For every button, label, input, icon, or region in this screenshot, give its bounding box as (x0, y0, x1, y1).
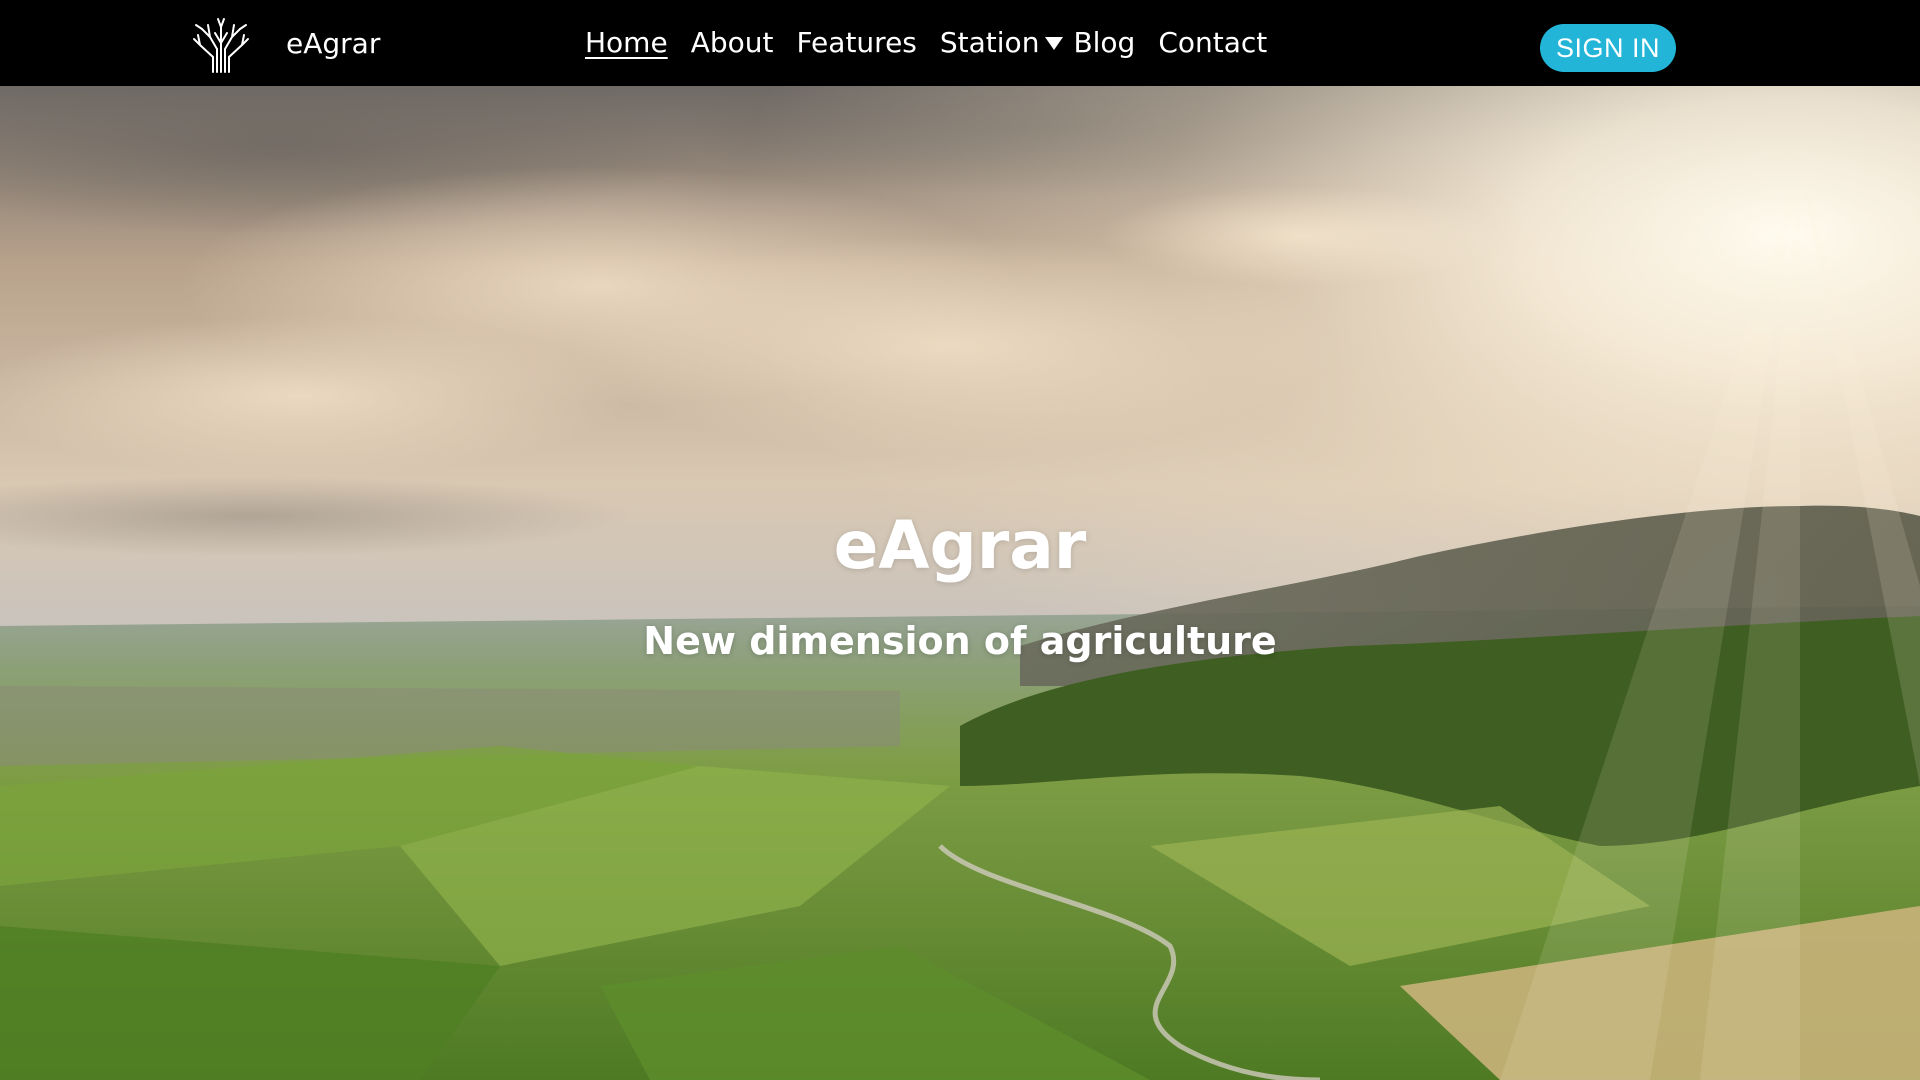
hero-subtitle: New dimension of agriculture (643, 619, 1277, 663)
nav-station-label: Station (939, 26, 1040, 59)
nav-station-dropdown[interactable]: Station (940, 23, 1064, 63)
nav-about[interactable]: About (691, 23, 774, 63)
nav-contact[interactable]: Contact (1158, 23, 1267, 63)
hero-section: eAgrar New dimension of agriculture (0, 86, 1920, 1080)
hero-title: eAgrar (833, 507, 1087, 584)
nav-features[interactable]: Features (796, 23, 916, 63)
tree-logo-icon (193, 18, 249, 73)
caret-down-icon (1045, 36, 1064, 50)
sign-in-button[interactable]: SIGN IN (1540, 24, 1676, 72)
nav-blog[interactable]: Blog (1073, 23, 1135, 63)
brand-name: eAgrar (286, 27, 381, 60)
nav-menu: Home About Features Station Blog Contact (585, 23, 1290, 63)
nav-home[interactable]: Home (585, 23, 668, 63)
top-navbar: eAgrar Home About Features Station Blog … (0, 0, 1920, 86)
brand-link[interactable]: eAgrar (190, 15, 380, 73)
